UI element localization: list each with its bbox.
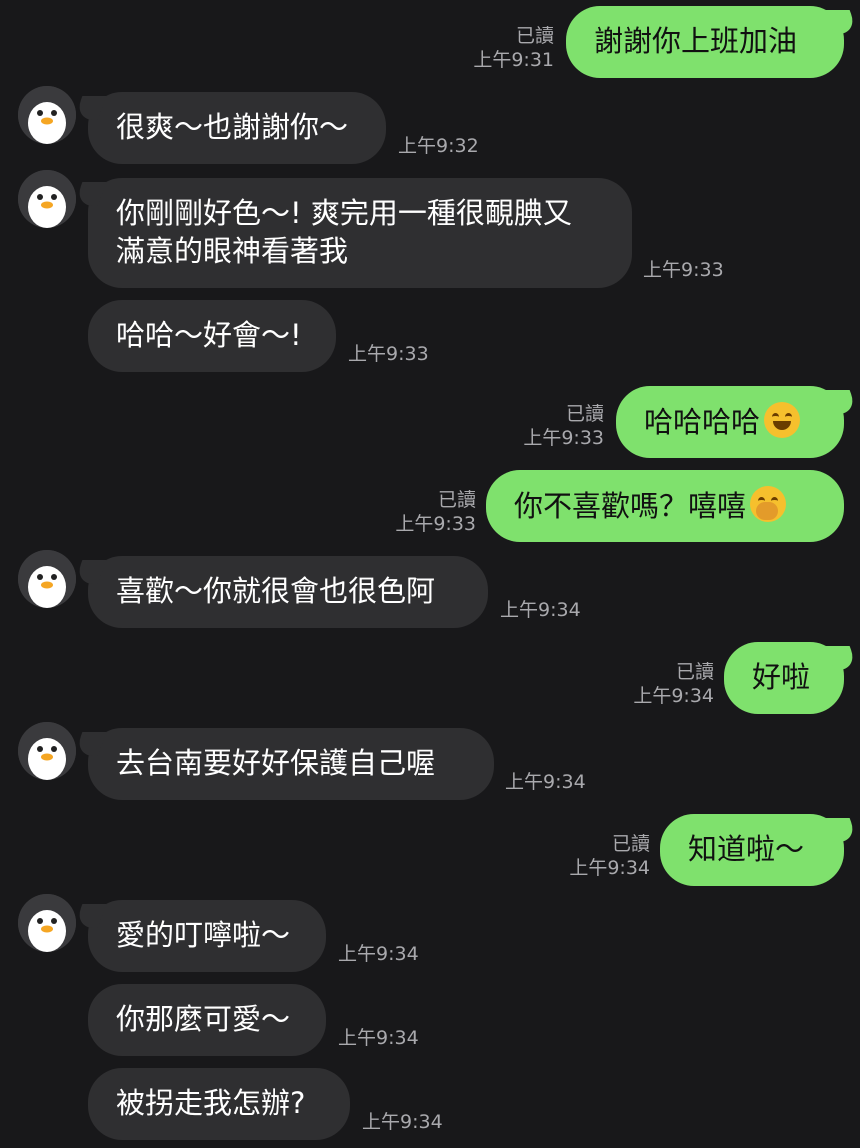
outgoing-message-bubble[interactable]: 知道啦～ (660, 814, 844, 886)
message-text: 謝謝你上班加油 (594, 24, 798, 58)
message-text: 你那麼可愛～ (116, 1002, 291, 1036)
penguin-avatar-icon[interactable] (18, 86, 76, 144)
read-receipt: 已讀 上午9:34 (633, 661, 714, 707)
message-time: 上午9:34 (500, 599, 581, 621)
message-text: 去台南要好好保護自己喔 (116, 746, 436, 780)
penguin-avatar-icon[interactable] (18, 550, 76, 608)
incoming-message-bubble[interactable]: 喜歡～你就很會也很色阿 (88, 556, 488, 628)
message-time: 上午9:34 (338, 943, 419, 965)
outgoing-message-bubble[interactable]: 哈哈哈哈 (616, 386, 844, 458)
message-time: 上午9:33 (643, 259, 724, 281)
message-text: 哈哈～好會～! (116, 318, 302, 352)
message-text: 被拐走我怎辦? (116, 1086, 306, 1120)
read-receipt: 已讀 上午9:33 (523, 403, 604, 449)
message-text: 哈哈哈哈 (644, 405, 761, 439)
message-time: 上午9:32 (398, 135, 479, 157)
message-text-line: 滿意的眼神看著我 (116, 234, 349, 268)
message-text: 好啦 (752, 660, 811, 694)
message-time: 上午9:34 (338, 1027, 419, 1049)
tears-of-joy-emoji-icon (764, 402, 801, 438)
message-text-line: 你剛剛好色～! 爽完用一種很靦腆又 (116, 196, 572, 230)
message-time: 上午9:34 (362, 1111, 443, 1133)
message-text: 愛的叮嚀啦～ (116, 918, 291, 952)
message-text: 很爽～也謝謝你～ (116, 110, 349, 144)
message-text: 知道啦～ (688, 832, 805, 866)
message-text: 你不喜歡嗎？嘻嘻 (514, 489, 747, 523)
read-receipt: 已讀 上午9:31 (473, 25, 554, 71)
message-time: 上午9:34 (505, 771, 586, 793)
message-text: 喜歡～你就很會也很色阿 (116, 574, 436, 608)
incoming-message-bubble[interactable]: 很爽～也謝謝你～ (88, 92, 386, 164)
outgoing-message-bubble[interactable]: 你不喜歡嗎？嘻嘻 (486, 470, 844, 542)
read-receipt: 已讀 上午9:34 (569, 833, 650, 879)
incoming-message-bubble[interactable]: 被拐走我怎辦? (88, 1068, 350, 1140)
outgoing-message-bubble[interactable]: 好啦 (724, 642, 844, 714)
message-time: 上午9:33 (348, 343, 429, 365)
hand-over-mouth-emoji-icon (750, 486, 787, 522)
penguin-avatar-icon[interactable] (18, 722, 76, 780)
incoming-message-bubble[interactable]: 哈哈～好會～! (88, 300, 336, 372)
read-receipt: 已讀 上午9:33 (395, 489, 476, 535)
incoming-message-bubble[interactable]: 你那麼可愛～ (88, 984, 326, 1056)
penguin-avatar-icon[interactable] (18, 894, 76, 952)
incoming-message-bubble[interactable]: 愛的叮嚀啦～ (88, 900, 326, 972)
penguin-avatar-icon[interactable] (18, 170, 76, 228)
outgoing-message-bubble[interactable]: 謝謝你上班加油 (566, 6, 844, 78)
incoming-message-bubble[interactable]: 去台南要好好保護自己喔 (88, 728, 494, 800)
incoming-message-bubble[interactable]: 你剛剛好色～! 爽完用一種很靦腆又 滿意的眼神看著我 (88, 178, 632, 288)
